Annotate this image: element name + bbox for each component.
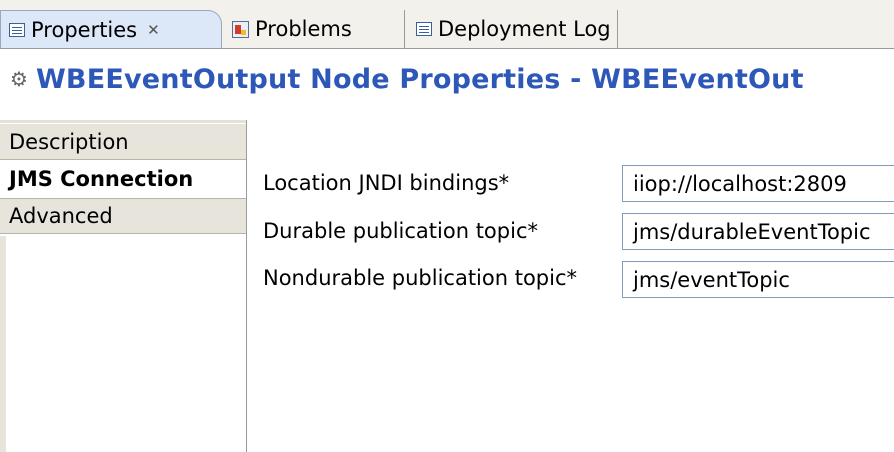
section-description[interactable]: Description [0,124,246,160]
tab-deployment-log[interactable]: Deployment Log [406,10,618,48]
section-description-label: Description [9,129,129,154]
location-jndi-label: Location JNDI bindings* [263,171,510,195]
page-title: WBEEventOutput Node Properties - WBEEven… [35,63,804,95]
tab-properties-label: Properties [31,17,138,42]
durable-topic-field[interactable]: jms/durableEventTopic [622,213,894,250]
tab-problems-label: Problems [255,17,352,41]
section-list-filler [0,236,6,452]
section-jms-connection[interactable]: JMS Connection [0,161,246,197]
tab-properties[interactable]: Properties ✕ [0,10,222,48]
section-advanced-label: Advanced [9,204,113,228]
durable-topic-label: Durable publication topic* [263,219,538,243]
location-jndi-field[interactable]: iiop://localhost:2809 [622,165,894,202]
view-tab-bar: Properties ✕ Problems Deployment Log [0,0,894,49]
properties-title-bar: ⚙ WBEEventOutput Node Properties - WBEEv… [0,49,894,109]
section-advanced[interactable]: Advanced [0,198,246,234]
problems-icon [232,20,249,38]
section-jms-connection-label: JMS Connection [9,167,194,191]
node-icon: ⚙ [10,67,28,91]
section-list: Description JMS Connection Advanced [0,120,247,452]
nondurable-topic-label: Nondurable publication topic* [263,266,578,290]
tab-deployment-log-label: Deployment Log [438,17,611,41]
deployment-log-icon [416,22,432,36]
properties-icon [9,22,25,37]
nondurable-topic-field[interactable]: jms/eventTopic [622,261,894,298]
tab-problems[interactable]: Problems [222,10,405,48]
close-icon[interactable]: ✕ [147,21,160,39]
section-list-divider [0,120,246,123]
